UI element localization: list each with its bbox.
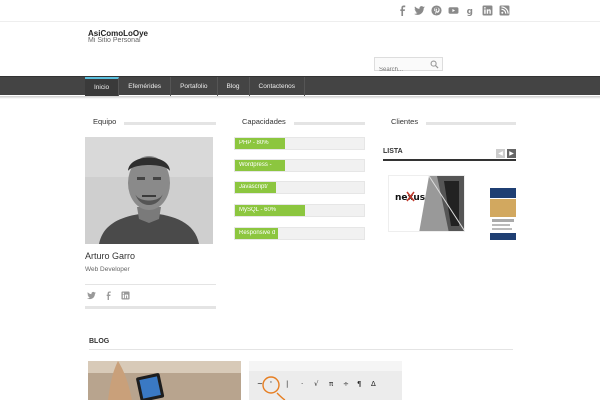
skill-label: Wordpress - xyxy=(239,162,272,168)
chevron-right-icon: ▶ xyxy=(509,151,514,157)
search-icon[interactable] xyxy=(430,60,439,69)
linkedin-icon[interactable] xyxy=(482,5,493,16)
clients-list-label: LISTA xyxy=(383,148,403,155)
team-member-name: Arturo Garro xyxy=(85,251,136,261)
skill-bar: Javascript/ xyxy=(234,181,365,194)
search-box xyxy=(374,57,443,76)
blog-section-title: BLOG xyxy=(89,338,110,345)
team-divider xyxy=(85,284,216,285)
keyboard-symbol: Δ xyxy=(371,380,376,388)
facebook-icon[interactable] xyxy=(397,5,408,16)
team-social-links xyxy=(87,291,130,300)
nav-shadow xyxy=(0,96,600,99)
twitter-icon[interactable] xyxy=(414,5,425,16)
skill-label: MySQL - 60% xyxy=(239,207,277,213)
blog-post-thumbnail[interactable]: ~ ' | · √ π ÷ ¶ Δ xyxy=(249,361,402,400)
skill-label: Javascript/ xyxy=(239,184,268,190)
skill-bar: PHP - 80% xyxy=(234,137,365,150)
svg-text:g: g xyxy=(467,7,473,16)
linkedin-icon[interactable] xyxy=(121,291,130,300)
keyboard-symbol: | xyxy=(286,380,289,388)
facebook-icon[interactable] xyxy=(104,291,113,300)
search-input[interactable] xyxy=(375,64,429,76)
google-plus-icon[interactable]: g xyxy=(465,5,476,16)
youtube-icon[interactable] xyxy=(448,5,459,16)
chevron-left-icon: ◀ xyxy=(498,151,503,157)
keyboard-symbol: √ xyxy=(314,380,319,388)
skill-bar: Wordpress - xyxy=(234,159,365,172)
keyboard-symbol: π xyxy=(329,380,334,388)
skills-title: Capacidades xyxy=(234,117,294,127)
skill-bar: MySQL - 60% xyxy=(234,204,365,217)
site-tagline: Mi Sitio Personal xyxy=(88,37,141,44)
team-bottom-divider xyxy=(85,306,216,309)
carousel-prev-button[interactable]: ◀ xyxy=(496,149,505,158)
blog-post-thumbnail[interactable] xyxy=(88,361,241,400)
clients-title: Clientes xyxy=(383,117,427,127)
social-links: g xyxy=(397,5,510,16)
client-logo-2[interactable] xyxy=(490,183,516,240)
nav-item-blog[interactable]: Blog xyxy=(218,77,250,96)
client-logo-nexus[interactable]: nexus xyxy=(388,175,465,232)
top-bar: g xyxy=(0,0,600,22)
skill-label: PHP - 80% xyxy=(239,140,269,146)
nav-item-portafolio[interactable]: Portafolio xyxy=(171,77,218,96)
pinterest-icon[interactable] xyxy=(431,5,442,16)
skill-label: Responsive d xyxy=(239,230,276,236)
clients-list-line xyxy=(383,159,516,161)
keyboard-symbol: ¶ xyxy=(357,380,362,388)
keyboard-symbol: ' xyxy=(270,380,272,388)
keyboard-symbol: ~ xyxy=(257,380,263,388)
keyboard-symbol: ÷ xyxy=(343,380,349,388)
nav-item-contactenos[interactable]: Contactenos xyxy=(250,77,306,96)
rss-icon[interactable] xyxy=(499,5,510,16)
team-member-role: Web Developer xyxy=(85,266,130,273)
skill-bar: Responsive d xyxy=(234,227,365,240)
twitter-icon[interactable] xyxy=(87,291,96,300)
carousel-next-button[interactable]: ▶ xyxy=(507,149,516,158)
team-title: Equipo xyxy=(85,117,125,127)
main-nav: Inicio Efemérides Portafolio Blog Contac… xyxy=(0,76,600,99)
keyboard-symbol: · xyxy=(301,380,304,388)
team-member-photo xyxy=(85,137,213,244)
nav-item-inicio[interactable]: Inicio xyxy=(85,77,120,96)
blog-title-line xyxy=(89,349,513,350)
nav-item-efemerides[interactable]: Efemérides xyxy=(119,77,172,96)
